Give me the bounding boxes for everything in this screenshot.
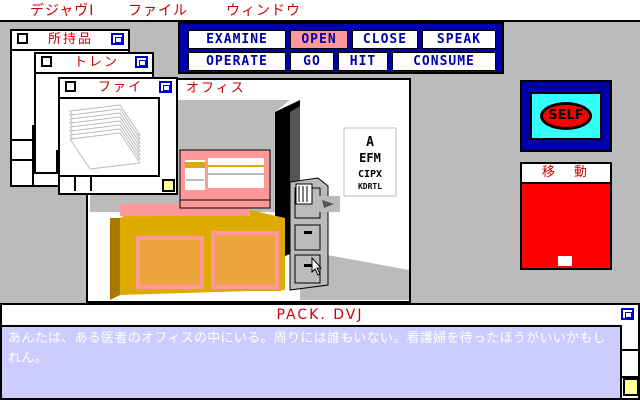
command-examine[interactable]: EXAMINE — [188, 30, 286, 49]
menu-file[interactable]: ファイル — [128, 3, 188, 19]
command-hit[interactable]: HIT — [338, 52, 388, 71]
exit-marker[interactable] — [558, 256, 572, 266]
narration-text: あんたは、ある医者のオフィスの中にいる。周りには誰もいない。看護婦を待ったほうが… — [8, 331, 606, 366]
close-box-icon[interactable] — [41, 56, 52, 67]
zoom-box-icon[interactable] — [111, 33, 124, 45]
svg-text:A: A — [366, 135, 374, 150]
command-open[interactable]: OPEN — [290, 30, 348, 49]
zoom-box-icon[interactable] — [621, 308, 634, 320]
move-window[interactable]: 移 動 — [520, 162, 612, 270]
file-scrollbar-vertical[interactable] — [158, 97, 176, 175]
zoom-box-icon[interactable] — [135, 56, 148, 68]
move-titlebar: 移 動 — [522, 164, 610, 184]
desk[interactable] — [110, 204, 285, 300]
shelf-unit[interactable] — [179, 149, 271, 209]
file-titlebar[interactable]: ファイ — [60, 79, 176, 99]
command-consume[interactable]: CONSUME — [392, 52, 496, 71]
close-box-icon[interactable] — [65, 81, 76, 92]
grow-box-icon[interactable] — [623, 378, 639, 396]
close-box-icon[interactable] — [17, 33, 28, 44]
self-label: SELF — [543, 105, 589, 127]
self-button[interactable]: SELF — [520, 80, 612, 152]
file-window[interactable]: ファイ — [58, 77, 178, 195]
command-operate[interactable]: OPERATE — [188, 52, 286, 71]
text-scrollbar-vertical[interactable] — [620, 325, 639, 398]
eye-chart-line-1: EFM — [359, 151, 381, 165]
grow-box-icon[interactable] — [162, 179, 175, 192]
menu-dejavu[interactable]: デジャヴⅠ — [30, 3, 94, 19]
text-window[interactable]: PACK. DVJ あんたは、ある医者のオフィスの中にいる。周りには誰もいない。… — [0, 303, 640, 400]
inventory-scroll-stub — [10, 125, 34, 187]
file-title: ファイ — [98, 80, 144, 95]
text-window-title: PACK. DVJ — [276, 307, 364, 323]
command-speak[interactable]: SPEAK — [422, 30, 496, 49]
inventory-title: 所持品 — [48, 32, 94, 47]
self-oval: SELF — [540, 102, 592, 130]
eye-chart-line-2: CIPX — [358, 169, 382, 180]
train-titlebar[interactable]: トレン — [36, 54, 152, 74]
train-scroll-stub — [34, 150, 58, 174]
menu-bar: デジャヴⅠ ファイル ウィンドウ — [0, 0, 640, 22]
command-go[interactable]: GO — [290, 52, 334, 71]
office-title: オフィス — [186, 81, 246, 96]
command-panel: EXAMINE OPEN CLOSE SPEAK OPERATE GO HIT … — [178, 22, 504, 74]
zoom-box-icon[interactable] — [159, 81, 172, 93]
file-scrollbar-horizontal[interactable] — [60, 175, 160, 193]
menu-window[interactable]: ウィンドウ — [226, 3, 301, 19]
command-close[interactable]: CLOSE — [352, 30, 418, 49]
move-title: 移 動 — [542, 165, 591, 180]
inventory-titlebar[interactable]: 所持品 — [12, 31, 128, 51]
self-button-face[interactable]: SELF — [530, 92, 602, 140]
eye-chart-line-3: KDRTL — [358, 182, 382, 191]
train-title: トレン — [74, 55, 120, 70]
text-titlebar: PACK. DVJ — [2, 305, 638, 327]
card-stack-icon[interactable] — [64, 101, 156, 175]
